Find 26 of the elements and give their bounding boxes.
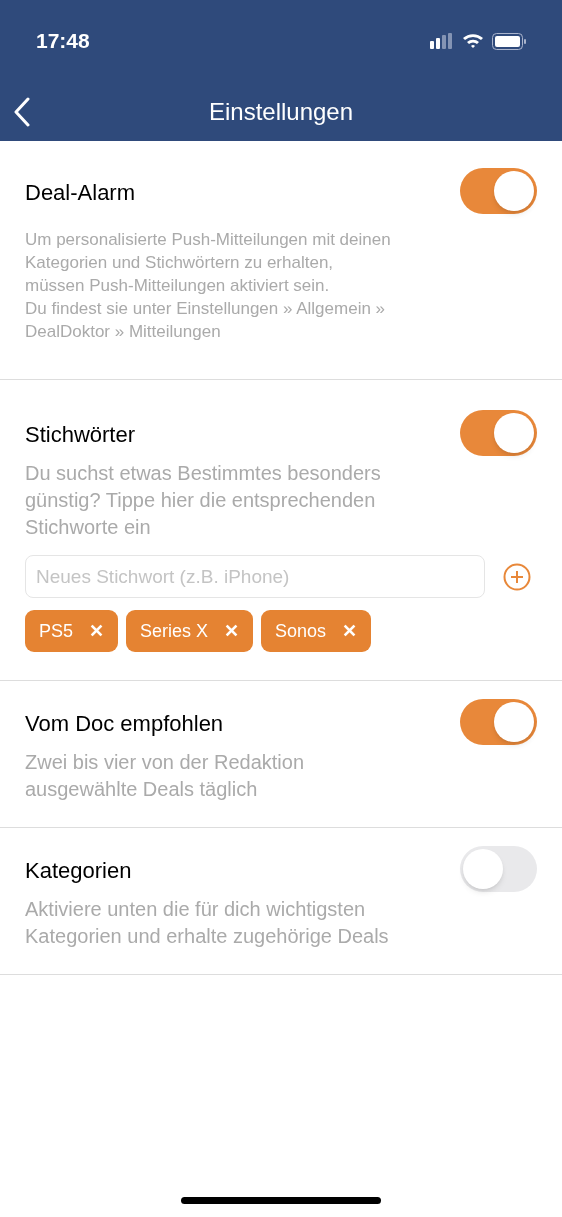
section-description: Aktiviere unten die für dich wichtigsten Kategorien und erhalte zugehörige Deals [25, 897, 390, 949]
remove-tag-button[interactable]: ✕ [224, 617, 240, 645]
toggle-switch[interactable] [460, 699, 537, 745]
section-description: Um personalisierte Push-Mitteilungen mit deinen Kategorien und Stichwörtern zu erhalten, müssen Push-Mitteilungen aktiviert sein. Du findest sie unter Einstellungen » Allgemein » DealDoktor » Mitteilungen [25, 229, 392, 343]
signal-icon [430, 33, 454, 49]
add-icon[interactable] [503, 562, 531, 591]
toggle-switch[interactable] [460, 168, 537, 214]
tag-label: PS5 [39, 619, 74, 643]
section-title: Kategorien [25, 857, 132, 885]
battery-icon [492, 32, 526, 50]
section-description: Du suchst etwas Bestimmtes besonders günstig? Tippe hier die entsprechenden Stichworte ein [25, 461, 382, 540]
status-time: 17:48 [36, 28, 90, 55]
remove-tag-button[interactable]: ✕ [89, 617, 105, 645]
screen-title: Einstellungen [208, 96, 354, 127]
remove-tag-button[interactable]: ✕ [342, 617, 358, 645]
section-title: Stichwörter [25, 421, 136, 449]
back-icon[interactable] [13, 96, 31, 127]
section-description: Zwei bis vier von der Redaktion ausgewählte Deals täglich [25, 750, 305, 802]
tag-label: Series X [140, 619, 209, 643]
wifi-icon [462, 33, 484, 49]
toggle-switch[interactable] [460, 846, 537, 892]
tag-label: Sonos [275, 619, 327, 643]
section-title: Deal-Alarm [25, 179, 136, 207]
toggle-switch[interactable] [460, 410, 537, 456]
keyword-input-field[interactable]: Neues Stichwort (z.B. iPhone) [25, 555, 485, 598]
section-title: Vom Doc empfohlen [25, 710, 224, 738]
